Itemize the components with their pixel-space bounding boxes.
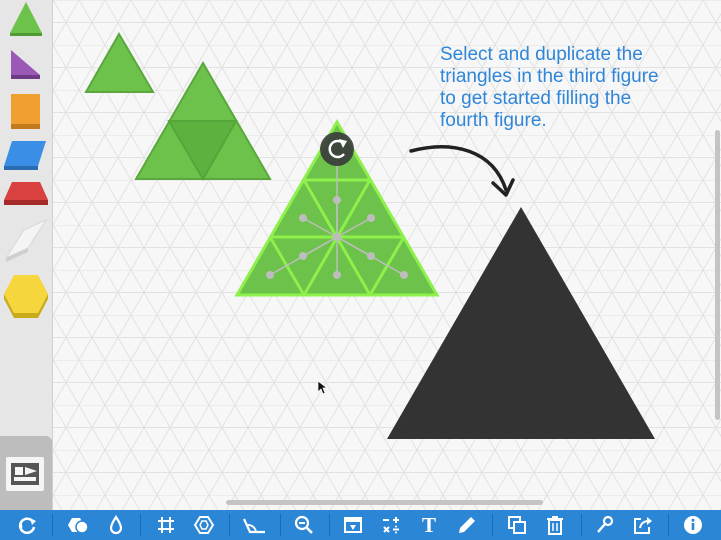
- hex-grid-button[interactable]: [189, 510, 219, 540]
- duplicate-button[interactable]: [502, 510, 532, 540]
- toolbar-separator: [668, 514, 669, 536]
- horizontal-scrollbar[interactable]: [226, 500, 543, 505]
- vertical-scrollbar[interactable]: [715, 130, 720, 420]
- image-icon: [344, 517, 362, 533]
- rotate-handle[interactable]: [320, 132, 354, 166]
- instruction-line-1: Select and duplicate the: [440, 44, 643, 65]
- angle-icon: [243, 518, 265, 534]
- toolbar-separator: [140, 514, 141, 536]
- shape-palette: [0, 0, 53, 510]
- info-button[interactable]: [678, 510, 708, 540]
- info-icon: [684, 516, 702, 534]
- mouse-cursor-icon: [318, 381, 328, 395]
- toolbar-separator: [280, 514, 281, 536]
- yellow-hexagon-shape[interactable]: [0, 272, 52, 324]
- zoom-out-button[interactable]: [289, 510, 319, 540]
- bottom-toolbar: T: [0, 510, 721, 540]
- toolbar-separator: [329, 514, 330, 536]
- color-drop-button[interactable]: [101, 510, 131, 540]
- purple-rhombus-shape[interactable]: [0, 48, 52, 84]
- stage-person-icon: [11, 463, 39, 485]
- delete-button[interactable]: [540, 510, 570, 540]
- text-button[interactable]: T: [414, 510, 444, 540]
- toolbar-separator: [52, 514, 53, 536]
- instruction-line-4: fourth figure.: [440, 110, 547, 131]
- blue-rhombus-shape[interactable]: [0, 138, 52, 174]
- toolbar-separator: [492, 514, 493, 536]
- image-button[interactable]: [338, 510, 368, 540]
- green-triangle-shape[interactable]: [0, 0, 52, 36]
- hex-grid-icon: [193, 516, 215, 534]
- toolbar-separator: [229, 514, 230, 536]
- share-button[interactable]: [628, 510, 658, 540]
- red-trapezoid-shape[interactable]: [0, 180, 52, 210]
- shapes-button[interactable]: [62, 510, 92, 540]
- orange-square-shape[interactable]: [0, 92, 52, 132]
- angle-button[interactable]: [239, 510, 269, 540]
- stage-button[interactable]: [6, 457, 44, 491]
- zoom-out-icon: [294, 515, 313, 534]
- white-thin-rhombus-shape[interactable]: [0, 218, 52, 264]
- toolbar-separator: [581, 514, 582, 536]
- pencil-button[interactable]: [452, 510, 482, 540]
- grid-button[interactable]: [151, 510, 181, 540]
- shapes-icon: [68, 518, 89, 534]
- instruction-line-3: to get started filling the: [440, 88, 632, 109]
- pencil-icon: [459, 517, 475, 533]
- link-icon: [597, 515, 614, 533]
- refresh-icon: [18, 517, 36, 534]
- link-button[interactable]: [590, 510, 620, 540]
- instruction-text: Select and duplicate the triangles in th…: [440, 44, 710, 132]
- trash-icon: [547, 516, 563, 535]
- work-canvas[interactable]: Select and duplicate the triangles in th…: [53, 0, 721, 510]
- math-button[interactable]: [376, 510, 406, 540]
- text-icon: T: [421, 512, 436, 537]
- color-drop-icon: [109, 515, 123, 535]
- math-icon: [383, 517, 399, 534]
- refresh-button[interactable]: [12, 510, 42, 540]
- instruction-line-2: triangles in the third figure: [440, 66, 659, 87]
- share-icon: [634, 517, 652, 534]
- grid-icon: [158, 517, 174, 533]
- duplicate-icon: [508, 516, 526, 534]
